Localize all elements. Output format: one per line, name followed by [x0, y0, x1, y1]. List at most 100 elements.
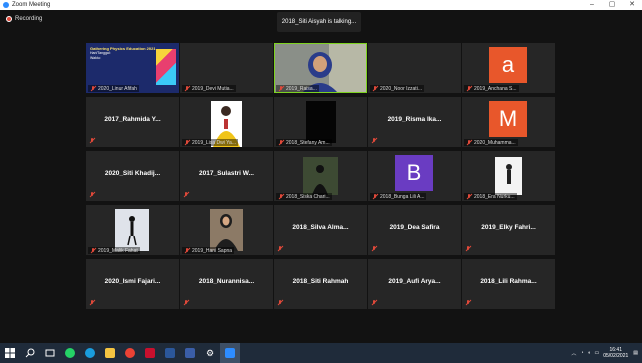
muted-mic-icon	[184, 247, 190, 254]
participant-tile[interactable]: 2018_Silva Alma...	[274, 205, 367, 255]
participant-name: 2019_Dea Safira	[389, 223, 440, 231]
participant-tile[interactable]: 2020_Ismi Fajari...	[86, 259, 179, 309]
whatsapp-icon[interactable]	[60, 343, 80, 363]
participant-caption: 2018_Bunga Lili A...	[370, 193, 427, 200]
participant-tile[interactable]: 2017_Rahmida Y...	[86, 97, 179, 147]
participant-tile[interactable]: 2019_Aufi Arya...	[368, 259, 461, 309]
network-icon[interactable]: ◔	[580, 350, 583, 356]
participant-tile[interactable]: 2020_Noor Izzati...	[368, 43, 461, 93]
participant-name: 2018_Stefany Am...	[286, 139, 330, 146]
muted-mic-icon	[90, 85, 96, 92]
muted-mic-icon	[278, 139, 284, 146]
windows-start-icon[interactable]	[0, 343, 20, 363]
participant-tile[interactable]: M 2020_Muhamma...	[462, 97, 555, 147]
muted-mic-icon	[278, 85, 284, 92]
participant-caption: 2019_Malik Fahat	[88, 247, 140, 254]
muted-mic-icon	[372, 85, 378, 92]
window-title: Zoom Meeting	[12, 2, 51, 8]
participant-name: 2018_Nurannisa...	[198, 277, 255, 285]
participant-caption: 2020_Muhamma...	[464, 139, 518, 146]
word-icon[interactable]	[160, 343, 180, 363]
participant-tile[interactable]: B 2018_Bunga Lili A...	[368, 151, 461, 201]
participant-name: 2018_Era Nurku...	[474, 193, 515, 200]
participant-name: 2020_Muhamma...	[474, 139, 516, 146]
muted-mic-icon	[277, 246, 283, 252]
participant-tile[interactable]: a 2019_Anchana S...	[462, 43, 555, 93]
minimize-button[interactable]: –	[582, 0, 602, 10]
muted-mic-icon	[89, 300, 95, 306]
participant-name: 2020_Ismi Fajari...	[104, 277, 161, 285]
participant-tile[interactable]: 2019_Raisa...	[274, 43, 367, 93]
participant-tile[interactable]: 2019_Elky Fahri...	[462, 205, 555, 255]
participant-caption: 2019_Devi Mutia...	[182, 85, 236, 92]
recording-indicator[interactable]: Recording	[6, 16, 42, 22]
participant-name: 2018_Lili Rahma...	[480, 277, 537, 285]
participant-caption: 2019_Hani Sapna	[182, 247, 235, 254]
gallery-grid: Gathering Physics Education 2021 Hari/Tan…	[86, 43, 556, 313]
muted-mic-icon	[277, 300, 283, 306]
muted-mic-icon	[466, 193, 472, 200]
participant-name: 2019_Lisa Dwi Ya...	[192, 139, 237, 146]
recording-label: Recording	[15, 16, 43, 22]
meeting-area: Recording 2018_Siti Aisyah is talking...…	[0, 10, 642, 343]
muted-mic-icon	[465, 300, 471, 306]
settings-gear-icon[interactable]: ⚙	[200, 343, 220, 363]
participant-name: 2019_Elky Fahri...	[481, 223, 536, 231]
battery-icon[interactable]: ▭	[595, 350, 600, 356]
participant-caption: 2020_Linur Afifah	[88, 85, 139, 92]
participant-tile[interactable]: Gathering Physics Education 2021 Hari/Tan…	[86, 43, 179, 93]
muted-mic-icon	[278, 193, 284, 200]
taskbar-clock[interactable]: 16:41 05/02/2021	[603, 347, 628, 359]
muted-mic-icon	[184, 139, 190, 146]
edge-icon[interactable]	[80, 343, 100, 363]
muted-mic-icon	[371, 246, 377, 252]
participant-name: 2019_Aufi Arya...	[388, 277, 441, 285]
participant-name: 2018_Silva Alma...	[292, 223, 349, 231]
participant-tile[interactable]: 2017_Sulastri W...	[180, 151, 273, 201]
close-button[interactable]: ✕	[622, 0, 642, 10]
participant-tile[interactable]: 2020_Siti Khadij...	[86, 151, 179, 201]
participant-name: 2019_Raisa...	[286, 85, 317, 92]
task-view-icon[interactable]	[40, 343, 60, 363]
pen-icon[interactable]	[180, 343, 200, 363]
chevron-up-icon[interactable]: ︿	[571, 350, 576, 357]
file-explorer-icon[interactable]	[100, 343, 120, 363]
participant-caption: 2018_Siska Chari...	[276, 193, 332, 200]
participant-tile[interactable]: 2019_Malik Fahat	[86, 205, 179, 255]
participant-tile[interactable]: 2019_Dea Safira	[368, 205, 461, 255]
participant-name: 2020_Noor Izzati...	[380, 85, 422, 92]
maximize-button[interactable]: ▢	[602, 0, 622, 10]
muted-mic-icon	[465, 246, 471, 252]
participant-tile[interactable]: 2018_Stefany Am...	[274, 97, 367, 147]
active-speaker-banner: 2018_Siti Aisyah is talking...	[277, 12, 361, 32]
notifications-icon[interactable]: ▤	[633, 350, 638, 356]
muted-mic-icon	[183, 300, 189, 306]
zoom-taskbar-icon[interactable]	[220, 343, 240, 363]
participant-name: 2018_Bunga Lili A...	[380, 193, 425, 200]
participant-tile[interactable]: 2018_Siti Rahmah	[274, 259, 367, 309]
recording-dot-icon	[6, 16, 12, 22]
participant-tile[interactable]: 2019_Lisa Dwi Ya...	[180, 97, 273, 147]
system-tray: ︿ ◔ ◖ ▭ 16:41 05/02/2021 ▤	[571, 347, 638, 359]
participant-tile[interactable]: 2018_Nurannisa...	[180, 259, 273, 309]
chrome-icon[interactable]	[120, 343, 140, 363]
muted-mic-icon	[371, 138, 377, 144]
participant-tile[interactable]: 2019_Devi Mutia...	[180, 43, 273, 93]
participant-tile[interactable]: 2019_Risma Ika...	[368, 97, 461, 147]
participant-name: 2019_Risma Ika...	[387, 115, 442, 123]
windows-taskbar: ⚙ ︿ ◔ ◖ ▭ 16:41 05/02/2021 ▤	[0, 343, 642, 363]
muted-mic-icon	[89, 192, 95, 198]
participant-name: 2020_Linur Afifah	[98, 85, 137, 92]
participant-name: 2018_Siti Rahmah	[292, 277, 349, 285]
mendeley-icon[interactable]	[140, 343, 160, 363]
participant-tile[interactable]: 2018_Lili Rahma...	[462, 259, 555, 309]
participant-tile[interactable]: 2018_Era Nurku...	[462, 151, 555, 201]
participant-tile[interactable]: 2018_Siska Chari...	[274, 151, 367, 201]
participant-name: 2017_Rahmida Y...	[104, 115, 161, 123]
muted-mic-icon	[372, 193, 378, 200]
volume-icon[interactable]: ◖	[587, 350, 590, 356]
participant-name: 2019_Malik Fahat	[98, 247, 138, 254]
search-icon[interactable]	[20, 343, 40, 363]
participant-tile[interactable]: 2019_Hani Sapna	[180, 205, 273, 255]
muted-mic-icon	[90, 247, 96, 254]
